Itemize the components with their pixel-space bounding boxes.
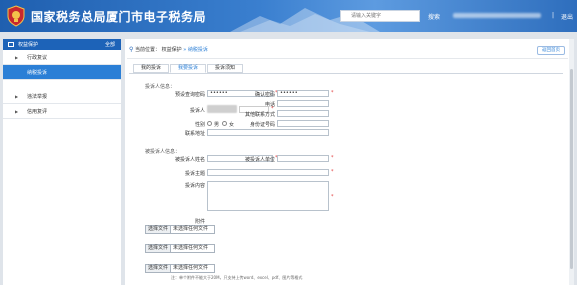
respondent-section-title: 被投诉人信息：: [145, 149, 181, 155]
file-status: 未选择任何文件: [173, 226, 209, 232]
back-home-button[interactable]: 返回首页: [537, 46, 565, 55]
respondent-unit-field[interactable]: [277, 155, 329, 162]
sidebar-header-all[interactable]: 全部: [105, 41, 115, 48]
sidebar-item-violation-report[interactable]: ▶ 违法举报: [3, 89, 121, 104]
search-button[interactable]: 搜索: [428, 12, 440, 21]
gender-label: 性别: [194, 122, 205, 128]
caret-right-icon: ▶: [15, 55, 19, 60]
logout-button[interactable]: 退出: [561, 12, 573, 21]
attachment-note: 注：单个附件不能大于20M，只支持上传word、excel、pdf、图片等格式: [171, 275, 303, 280]
respondent-unit-label: 被投诉人单位: [244, 157, 275, 163]
location-pin-icon: ⚲: [129, 46, 134, 53]
sidebar-item-label: 纳税投诉: [27, 70, 48, 76]
tax-emblem-logo: [7, 5, 25, 27]
complainant-section-title: 投诉人信息：: [145, 84, 176, 90]
required-mark: *: [331, 90, 334, 96]
file-status: 未选择任何文件: [173, 265, 209, 271]
tab-underline: [129, 73, 563, 74]
confirm-password-label: 确认密码: [254, 92, 275, 98]
sidebar-header[interactable]: 权益保护 全部: [3, 39, 121, 50]
file-upload-1[interactable]: 选择文件 未选择任何文件: [145, 225, 215, 234]
user-info-redacted: [453, 13, 541, 18]
caret-right-icon: ▶: [15, 94, 19, 99]
sidebar-header-label: 权益保护: [18, 42, 39, 48]
vertical-scrollbar[interactable]: [569, 39, 574, 285]
address-field[interactable]: [207, 129, 329, 136]
required-mark: *: [331, 194, 334, 200]
choose-file-button[interactable]: 选择文件: [146, 245, 172, 252]
tab-submit-complaint[interactable]: 我要投诉: [170, 64, 206, 73]
sidebar-item-tax-complaint[interactable]: 纳税投诉: [3, 65, 121, 80]
address-label: 联系地址: [184, 131, 205, 137]
sidebar-item-label: 行政复议: [27, 55, 48, 61]
content-textarea[interactable]: [207, 181, 329, 211]
sidebar: 权益保护 全部 ▶ 行政复议 纳税投诉 ▶ 违法举报 ▶ 信用复评: [3, 39, 121, 285]
tab-complaint-notice[interactable]: 投诉须知: [207, 64, 243, 73]
id-number-label: 身份证号码: [249, 122, 275, 128]
subject-label: 投诉主题: [184, 171, 205, 177]
menu-icon: [8, 42, 14, 47]
sidebar-item-admin-review[interactable]: ▶ 行政复议: [3, 50, 121, 65]
complainant-name-label: 投诉人: [189, 108, 205, 114]
search-input[interactable]: [341, 11, 419, 21]
gender-male-radio[interactable]: [207, 121, 212, 126]
breadcrumb-sep: »: [183, 47, 187, 53]
main-content: ⚲ 当前位置： 权益保护 » 纳税投诉 返回首页 我的投诉 我要投诉 投诉须知 …: [125, 39, 570, 285]
other-contact-label: 其他联系方式: [244, 112, 275, 118]
complainant-name-redacted: [207, 105, 237, 113]
phone-field[interactable]: [277, 100, 329, 107]
required-mark: *: [331, 169, 334, 175]
sidebar-item-credit-review[interactable]: ▶ 信用复评: [3, 104, 121, 119]
subject-field[interactable]: [207, 169, 329, 176]
attachment-label: 附件: [194, 219, 205, 225]
choose-file-button[interactable]: 选择文件: [146, 226, 172, 233]
breadcrumb: ⚲ 当前位置： 权益保护 » 纳税投诉: [129, 46, 208, 53]
breadcrumb-current: 纳税投诉: [187, 47, 208, 53]
divider: [127, 58, 568, 59]
breadcrumb-parent[interactable]: 权益保护: [162, 47, 182, 53]
content-label: 投诉内容: [184, 183, 205, 189]
confirm-password-field[interactable]: ••••••: [277, 90, 329, 97]
search-field[interactable]: [340, 10, 420, 22]
sidebar-item-label: 违法举报: [27, 94, 48, 100]
breadcrumb-prefix: 当前位置：: [135, 47, 161, 53]
gender-male-label: 男: [214, 122, 220, 128]
other-contact-field[interactable]: [277, 110, 329, 117]
choose-file-button[interactable]: 选择文件: [146, 265, 172, 272]
file-upload-3[interactable]: 选择文件 未选择任何文件: [145, 264, 215, 273]
gender-female-label: 女: [229, 122, 235, 128]
password-label: 预设查询密码: [174, 92, 205, 98]
caret-right-icon: ▶: [15, 109, 19, 114]
gender-female-radio[interactable]: [222, 121, 227, 126]
header-separator: |: [552, 12, 555, 19]
sidebar-item-label: 信用复评: [27, 109, 48, 115]
file-status: 未选择任何文件: [173, 245, 209, 251]
id-number-field[interactable]: [277, 120, 329, 127]
tab-my-complaints[interactable]: 我的投诉: [133, 64, 169, 73]
respondent-name-label: 被投诉人姓名: [174, 157, 205, 163]
scrollbar-thumb[interactable]: [570, 69, 573, 269]
site-title: 国家税务总局厦门市电子税务局: [31, 10, 207, 24]
top-banner: 国家税务总局厦门市电子税务局 搜索 | 退出: [0, 0, 577, 32]
required-mark: *: [331, 155, 334, 161]
file-upload-2[interactable]: 选择文件 未选择任何文件: [145, 244, 215, 253]
